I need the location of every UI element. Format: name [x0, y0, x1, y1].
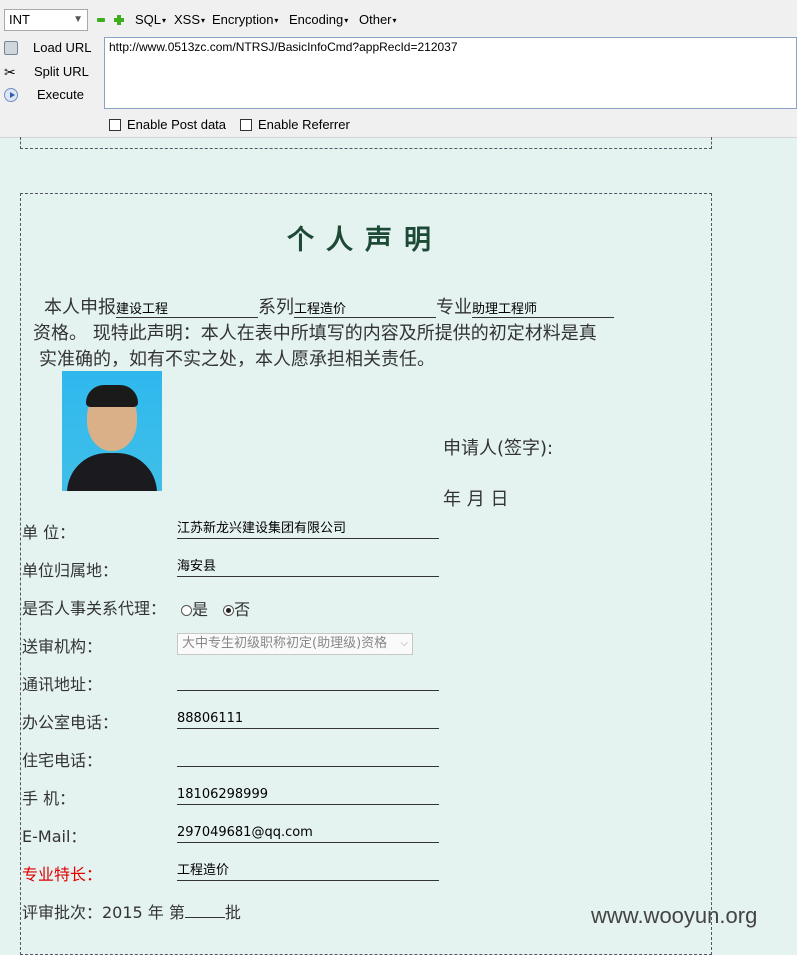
declaration-line-2: 资格。 现特此声明：本人在表中所填写的内容及所提供的初定材料是真 — [33, 323, 597, 344]
batch-number-blank — [184, 903, 225, 918]
qualification-field: 助理工程师 — [472, 298, 614, 318]
injection-type-select[interactable]: INT ▼ — [4, 9, 88, 31]
batch-text: 评审批次：2015 年 第 — [22, 903, 185, 922]
applicant-photo — [62, 371, 162, 491]
chevron-down-icon: ▼ — [73, 14, 83, 25]
chevron-down-icon: ⌵ — [400, 638, 408, 649]
agent-no-radio[interactable] — [223, 605, 235, 616]
signer-label: 申请人(签字): — [443, 438, 554, 459]
home-phone-label: 住宅电话： — [22, 751, 103, 770]
hackbar-toolbar: INT ▼ SQL▾ XSS▾ Encryption▾ Encoding▾ Ot… — [0, 0, 797, 138]
split-url-button[interactable]: ✂ Split URL — [0, 62, 100, 84]
agency-select[interactable]: 大中专生初级职称初定(助理级)资格 ⌵ — [177, 633, 413, 655]
mobile-label: 手 机： — [22, 789, 76, 808]
batch-row: 评审批次：2015 年 第 批 — [22, 899, 241, 923]
office-phone-label: 办公室电话： — [22, 713, 119, 732]
injection-type-value: INT — [9, 12, 30, 27]
specialty-label: 专业特长： — [22, 865, 103, 884]
address-value — [177, 671, 439, 691]
email-label: E-Mail： — [22, 827, 87, 846]
load-url-button[interactable]: Load URL — [0, 38, 100, 60]
declaration-line-1: 本人申报建设工程 系列工程造价 专业助理工程师 — [44, 293, 614, 319]
specialty-field: 工程造价 — [294, 298, 436, 318]
watermark: www.wooyun.org — [591, 903, 758, 928]
date-label: 年 月 日 — [443, 489, 509, 510]
agency-label: 送审机构： — [22, 637, 103, 656]
load-url-icon — [4, 41, 18, 55]
agent-label: 是否人事关系代理： — [22, 599, 167, 618]
checkbox-box — [109, 119, 121, 131]
execute-button[interactable]: Execute — [0, 85, 100, 107]
menu-other[interactable]: Other▾ — [359, 12, 397, 27]
series-field: 建设工程 — [116, 298, 258, 318]
home-phone-value — [177, 747, 439, 767]
declaration-line-3: 实准确的，如有不实之处，本人愿承担相关责任。 — [39, 349, 435, 370]
decrease-icon[interactable] — [97, 18, 105, 22]
page-title: 个人声明 — [287, 225, 443, 256]
specialty-value: 工程造价 — [177, 861, 439, 881]
menu-encoding[interactable]: Encoding▾ — [289, 12, 348, 27]
menu-xss[interactable]: XSS▾ — [174, 12, 205, 27]
region-value: 海安县 — [177, 557, 439, 577]
enable-referrer-checkbox[interactable]: Enable Referrer — [240, 117, 350, 132]
menu-sql[interactable]: SQL▾ — [135, 12, 166, 27]
menu-encryption[interactable]: Encryption▾ — [212, 12, 278, 27]
address-label: 通讯地址： — [22, 675, 103, 694]
enable-post-data-checkbox[interactable]: Enable Post data — [109, 117, 226, 132]
checkbox-box — [240, 119, 252, 131]
batch-suffix: 批 — [224, 903, 241, 922]
unit-value: 江苏新龙兴建设集团有限公司 — [177, 519, 439, 539]
unit-label: 单 位： — [22, 523, 76, 542]
increase-icon[interactable] — [114, 15, 124, 25]
agent-radio-group: 是 否 — [181, 596, 250, 620]
office-phone-value: 88806111 — [177, 709, 439, 729]
mobile-value: 18106298999 — [177, 785, 439, 805]
previous-section-border — [20, 137, 712, 149]
scissors-icon: ✂ — [4, 64, 16, 80]
region-label: 单位归属地： — [22, 561, 119, 580]
email-value: 297049681@qq.com — [177, 823, 439, 843]
url-textarea[interactable]: http://www.0513zc.com/NTRSJ/BasicInfoCmd… — [104, 37, 797, 109]
agent-yes-radio[interactable] — [181, 605, 192, 616]
play-icon — [4, 88, 18, 102]
